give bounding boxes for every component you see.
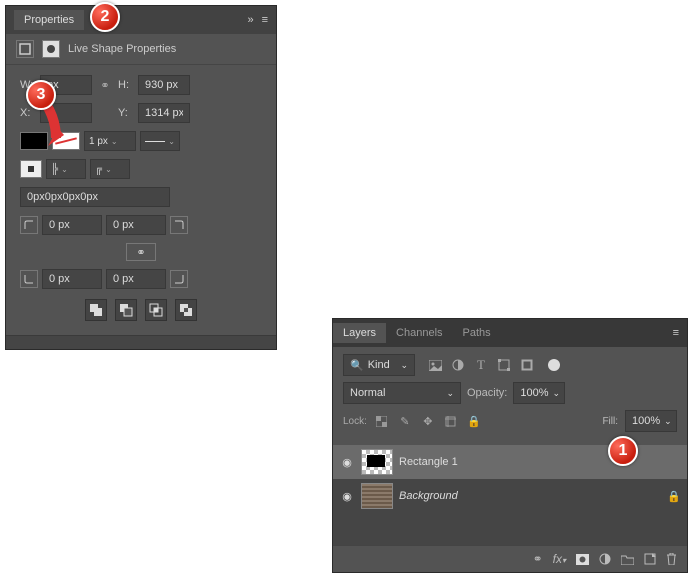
height-label: H: bbox=[118, 79, 134, 91]
layer-name[interactable]: Rectangle 1 bbox=[399, 456, 458, 468]
corner-br-input[interactable] bbox=[106, 269, 166, 289]
tab-layers[interactable]: Layers bbox=[333, 323, 386, 343]
cap-select[interactable]: ╠⌄ bbox=[46, 159, 86, 179]
fx-icon[interactable]: fx▾ bbox=[553, 552, 566, 566]
properties-header: Properties » ≡ bbox=[6, 6, 276, 34]
mask-icon[interactable] bbox=[42, 40, 60, 58]
path-operations bbox=[20, 299, 262, 321]
layer-thumbnail[interactable] bbox=[361, 483, 393, 509]
y-label: Y: bbox=[118, 107, 134, 119]
link-wh-icon[interactable]: ⚭ bbox=[96, 79, 114, 92]
opacity-label: Opacity: bbox=[467, 387, 507, 399]
filter-toggle[interactable] bbox=[548, 359, 560, 371]
lock-label: Lock: bbox=[343, 416, 367, 427]
layers-header: Layers Channels Paths ≡ bbox=[333, 319, 687, 347]
group-icon[interactable] bbox=[621, 554, 634, 565]
collapse-icon[interactable]: » bbox=[247, 14, 253, 26]
align-icon[interactable] bbox=[20, 160, 42, 178]
layer-controls: 🔍 Kind ⌄ T Normal⌄ Opacity: 100%⌄ bbox=[333, 347, 687, 445]
path-unite-icon[interactable] bbox=[85, 299, 107, 321]
search-icon: 🔍 bbox=[350, 359, 364, 372]
callout-2: 2 bbox=[90, 2, 120, 32]
new-layer-icon[interactable] bbox=[644, 553, 656, 565]
panel-menu-icon[interactable]: ≡ bbox=[262, 14, 268, 26]
properties-subtitle: Live Shape Properties bbox=[68, 43, 176, 55]
layer-row-background[interactable]: ◉ Background 🔒 bbox=[333, 479, 687, 513]
shape-outline-icon[interactable] bbox=[16, 40, 34, 58]
height-input[interactable] bbox=[138, 75, 190, 95]
stroke-width-select[interactable]: 1 px⌄ bbox=[84, 131, 136, 151]
link-corners-icon[interactable]: ⚭ bbox=[126, 243, 156, 261]
path-exclude-icon[interactable] bbox=[175, 299, 197, 321]
properties-panel: Properties » ≡ Live Shape Properties W: … bbox=[5, 5, 277, 350]
visibility-icon[interactable]: ◉ bbox=[339, 456, 355, 469]
corner-bl-input[interactable] bbox=[42, 269, 102, 289]
lock-paint-icon[interactable]: ✎ bbox=[397, 413, 413, 429]
callout-1: 1 bbox=[608, 436, 638, 466]
corner-tr-input[interactable] bbox=[106, 215, 166, 235]
properties-subheader: Live Shape Properties bbox=[6, 34, 276, 65]
corner-br-icon bbox=[170, 270, 188, 288]
lock-move-icon[interactable]: ✥ bbox=[420, 413, 436, 429]
layers-menu-icon[interactable]: ≡ bbox=[665, 327, 687, 339]
layer-name[interactable]: Background bbox=[399, 490, 458, 502]
path-subtract-icon[interactable] bbox=[115, 299, 137, 321]
corner-tl-input[interactable] bbox=[42, 215, 102, 235]
lock-icon[interactable]: 🔒 bbox=[667, 490, 681, 503]
stroke-style-select[interactable]: ⌄ bbox=[140, 131, 180, 151]
lock-trans-icon[interactable] bbox=[374, 413, 390, 429]
opacity-select[interactable]: 100%⌄ bbox=[513, 382, 565, 404]
corner-tr-icon bbox=[170, 216, 188, 234]
tab-paths[interactable]: Paths bbox=[453, 323, 501, 343]
properties-tab[interactable]: Properties bbox=[14, 10, 84, 30]
corner-summary-input[interactable] bbox=[20, 187, 170, 207]
adjustment-icon[interactable] bbox=[599, 553, 611, 565]
fill-label: Fill: bbox=[602, 416, 618, 427]
corner-bl-icon bbox=[20, 270, 38, 288]
chevron-down-icon: ⌄ bbox=[400, 360, 408, 371]
fill-select[interactable]: 100%⌄ bbox=[625, 410, 677, 432]
chevron-down-icon: ⌄ bbox=[111, 137, 118, 146]
filter-smart-icon[interactable] bbox=[519, 357, 535, 373]
visibility-icon[interactable]: ◉ bbox=[339, 490, 355, 503]
trash-icon[interactable] bbox=[666, 553, 677, 565]
filter-type-icon[interactable]: T bbox=[473, 357, 489, 373]
path-intersect-icon[interactable] bbox=[145, 299, 167, 321]
y-input[interactable] bbox=[138, 103, 190, 123]
tab-channels[interactable]: Channels bbox=[386, 323, 452, 343]
layers-footer: ⚭ fx▾ bbox=[333, 545, 687, 572]
filter-adjust-icon[interactable] bbox=[450, 357, 466, 373]
layer-thumbnail[interactable] bbox=[361, 449, 393, 475]
callout-3: 3 bbox=[26, 80, 56, 110]
lock-artboard-icon[interactable] bbox=[443, 413, 459, 429]
x-label: X: bbox=[20, 107, 36, 119]
join-select[interactable]: ╔⌄ bbox=[90, 159, 130, 179]
filter-image-icon[interactable] bbox=[427, 357, 443, 373]
mask-icon[interactable] bbox=[576, 554, 589, 565]
corner-tl-icon bbox=[20, 216, 38, 234]
lock-all-icon[interactable]: 🔒 bbox=[466, 413, 482, 429]
blend-mode-select[interactable]: Normal⌄ bbox=[343, 382, 461, 404]
link-layers-icon[interactable]: ⚭ bbox=[533, 552, 543, 566]
layer-kind-select[interactable]: 🔍 Kind ⌄ bbox=[343, 354, 415, 376]
filter-shape-icon[interactable] bbox=[496, 357, 512, 373]
